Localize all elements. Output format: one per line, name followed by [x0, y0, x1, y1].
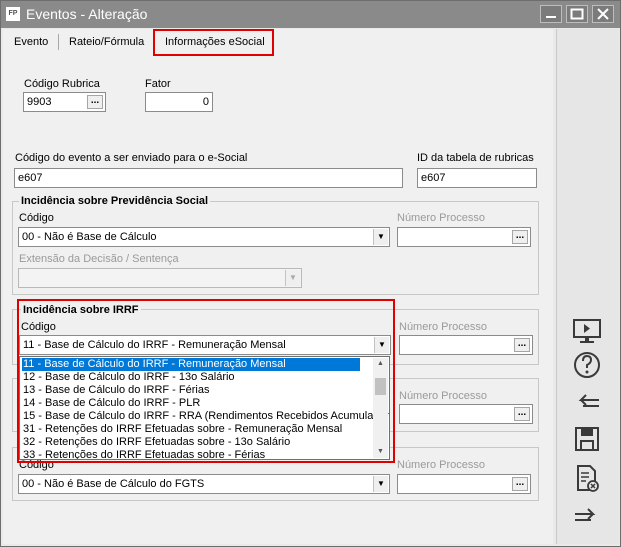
- fator-input[interactable]: 0: [145, 92, 213, 112]
- previdencia-codigo-select[interactable]: 00 - Não é Base de Cálculo ▼: [18, 227, 390, 247]
- irrf-processo-label: Número Processo: [399, 321, 488, 333]
- minimize-icon: [546, 16, 556, 18]
- extensao-select: ▼: [18, 268, 302, 288]
- forward-button[interactable]: [569, 499, 605, 535]
- cancel-document-icon: [577, 465, 599, 492]
- window: FP Eventos - Alteração Evento Rateio/Fór…: [0, 0, 621, 547]
- chevron-down-icon[interactable]: ▼: [373, 229, 388, 245]
- previdencia-processo-input[interactable]: ...: [397, 227, 531, 247]
- monitor-button[interactable]: [569, 313, 605, 349]
- tab-rateio-formula[interactable]: Rateio/Fórmula: [69, 33, 144, 51]
- codigo-evento-input[interactable]: e607: [14, 168, 403, 188]
- forward-arrow-icon: [575, 508, 596, 521]
- id-tabela-label: ID da tabela de rubricas: [417, 152, 534, 164]
- lookup-button[interactable]: ...: [512, 477, 528, 491]
- monitor-icon: [573, 319, 601, 343]
- previdencia-processo-label: Número Processo: [397, 212, 486, 224]
- help-button[interactable]: [569, 347, 605, 383]
- chevron-down-icon: ▼: [285, 270, 300, 286]
- close-icon: [597, 8, 609, 20]
- irrf-processo-input[interactable]: ...: [399, 335, 533, 355]
- title-bar[interactable]: FP Eventos - Alteração: [1, 1, 620, 28]
- fgts-processo-input[interactable]: ...: [397, 474, 531, 494]
- fator-label: Fator: [145, 78, 171, 90]
- previdencia-title: Incidência sobre Previdência Social: [19, 195, 211, 208]
- codigo-rubrica-input[interactable]: 9903 ...: [23, 92, 106, 112]
- help-icon: [574, 352, 600, 378]
- lookup-button[interactable]: ...: [512, 230, 528, 244]
- window-title: Eventos - Alteração: [26, 6, 148, 22]
- lookup-button[interactable]: ...: [514, 338, 530, 352]
- app-logo-icon: FP: [6, 7, 20, 21]
- maximize-icon: [570, 8, 584, 20]
- close-button[interactable]: [592, 5, 614, 23]
- hidden-processo-input[interactable]: ...: [399, 404, 533, 424]
- back-arrow-icon: [578, 394, 599, 407]
- codigo-rubrica-label: Código Rubrica: [24, 78, 100, 90]
- codigo-rubrica-value: 9903: [27, 96, 52, 108]
- codigo-evento-label: Código do evento a ser enviado para o e-…: [15, 152, 248, 164]
- hidden-processo-label: Número Processo: [399, 390, 488, 402]
- previdencia-codigo-label: Código: [19, 212, 54, 224]
- lookup-button[interactable]: ...: [87, 95, 103, 109]
- save-icon: [575, 427, 599, 451]
- action-sidebar: [556, 29, 619, 544]
- cancel-document-button[interactable]: [569, 461, 605, 497]
- tab-bar: Evento Rateio/Fórmula Informações eSocia…: [3, 29, 553, 57]
- lookup-button[interactable]: ...: [514, 407, 530, 421]
- fgts-codigo-select[interactable]: 00 - Não é Base de Cálculo do FGTS ▼: [18, 474, 390, 494]
- extensao-label: Extensão da Decisão / Sentença: [19, 253, 179, 265]
- previdencia-codigo-value: 00 - Não é Base de Cálculo: [22, 231, 157, 243]
- save-button[interactable]: [569, 422, 605, 458]
- fgts-codigo-value: 00 - Não é Base de Cálculo do FGTS: [22, 478, 205, 490]
- tab-evento[interactable]: Evento: [14, 33, 48, 51]
- fgts-processo-label: Número Processo: [397, 459, 486, 471]
- id-tabela-input[interactable]: e607: [417, 168, 537, 188]
- tab-separator: [58, 34, 59, 50]
- minimize-button[interactable]: [540, 5, 562, 23]
- maximize-button[interactable]: [566, 5, 588, 23]
- back-button[interactable]: [569, 385, 605, 421]
- form-area: Evento Rateio/Fórmula Informações eSocia…: [3, 29, 553, 544]
- irrf-highlight-box: [17, 299, 395, 463]
- chevron-down-icon[interactable]: ▼: [373, 476, 388, 492]
- tab-highlight-box: [153, 29, 274, 56]
